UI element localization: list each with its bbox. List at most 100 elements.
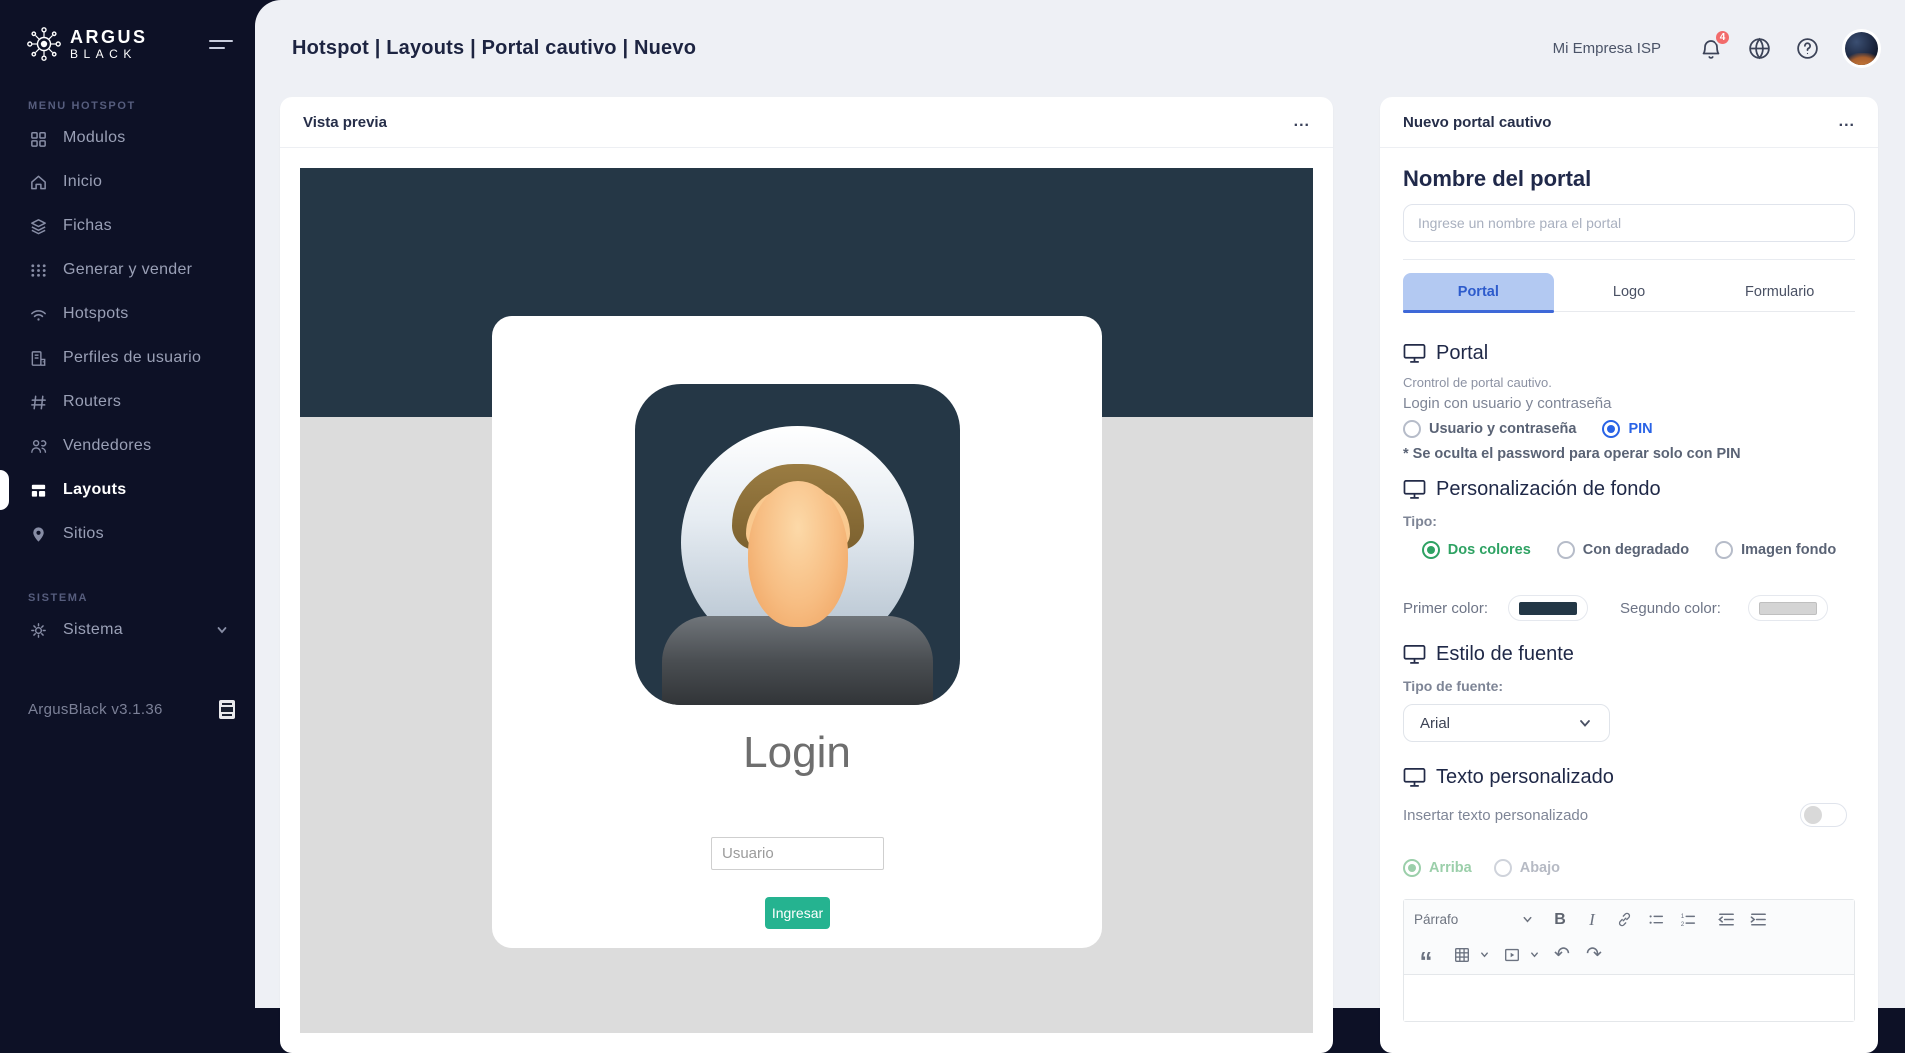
second-color-label: Segundo color:	[1620, 600, 1721, 617]
dots-grid-icon	[28, 260, 48, 280]
layout-icon	[28, 480, 48, 500]
sidebar-collapse-icon[interactable]	[209, 35, 233, 54]
radio-usuario-contrasena[interactable]: Usuario y contraseña	[1403, 420, 1576, 438]
sidebar-section-hotspot: MENU HOTSPOT	[0, 100, 255, 112]
sidebar-menu: Modulos Inicio Fichas	[0, 116, 255, 556]
sidebar-item-sistema[interactable]: Sistema	[0, 608, 255, 652]
argusblack-logo-icon	[24, 24, 64, 64]
sidebar-item-label: Vendedores	[63, 437, 151, 455]
indent-icon[interactable]	[1746, 908, 1770, 932]
second-color-swatch	[1759, 602, 1817, 615]
paragraph-style-dropdown[interactable]: Párrafo	[1414, 912, 1534, 927]
radio-pin[interactable]: PIN	[1602, 420, 1652, 438]
background-section-heading: Personalización de fondo	[1403, 478, 1855, 501]
sidebar-item-fichas[interactable]: Fichas	[0, 204, 255, 248]
bold-icon[interactable]: B	[1548, 908, 1572, 932]
font-section-heading: Estilo de fuente	[1403, 643, 1855, 666]
made-in-mexico-badge-icon	[219, 700, 235, 719]
new-captive-portal-card: Nuevo portal cautivo ... Nombre del port…	[1380, 97, 1878, 1053]
preview-card: Vista previa ... Login	[280, 97, 1333, 1053]
sidebar-item-label: Inicio	[63, 173, 102, 191]
more-options-icon[interactable]: ...	[1294, 117, 1310, 127]
radio-abajo[interactable]: Abajo	[1494, 859, 1560, 877]
sidebar-item-label: Generar y vender	[63, 261, 192, 279]
tab-logo[interactable]: Logo	[1554, 273, 1705, 311]
sidebar-item-perfiles-de-usuario[interactable]: Perfiles de usuario	[0, 336, 255, 380]
second-color-picker[interactable]	[1748, 595, 1828, 621]
undo-icon[interactable]: ↶	[1550, 943, 1574, 967]
redo-icon[interactable]: ↷	[1582, 943, 1606, 967]
blockquote-icon[interactable]: “	[1414, 943, 1438, 967]
modules-grid-icon	[28, 128, 48, 148]
editor-content-area[interactable]	[1404, 975, 1854, 1021]
insert-text-toggle[interactable]	[1800, 803, 1847, 827]
editor-toolbar: Párrafo B I	[1404, 900, 1854, 975]
first-color-swatch	[1519, 602, 1577, 615]
globe-language-icon[interactable]	[1746, 36, 1772, 62]
radio-icon	[1715, 541, 1733, 559]
sidebar-footer: ArgusBlack v3.1.36	[28, 700, 235, 719]
monitor-icon	[1403, 644, 1426, 665]
font-select[interactable]: Arial	[1403, 704, 1610, 742]
map-pin-icon	[28, 524, 48, 544]
hash-icon	[28, 392, 48, 412]
sidebar-item-inicio[interactable]: Inicio	[0, 160, 255, 204]
preview-card-title: Vista previa	[303, 114, 387, 131]
sidebar-item-label: Layouts	[63, 481, 126, 499]
sidebar-item-generar-y-vender[interactable]: Generar y vender	[0, 248, 255, 292]
first-color-picker[interactable]	[1508, 595, 1588, 621]
text-position-radio-group: Arriba Abajo	[1403, 859, 1855, 877]
sidebar-item-layouts[interactable]: Layouts	[0, 468, 255, 512]
sidebar-item-label: Routers	[63, 393, 121, 411]
radio-arriba[interactable]: Arriba	[1403, 859, 1472, 877]
sidebar-item-label: Modulos	[63, 129, 126, 147]
radio-con-degradado[interactable]: Con degradado	[1557, 541, 1689, 559]
link-icon[interactable]	[1612, 908, 1636, 932]
rich-text-editor: Párrafo B I	[1403, 899, 1855, 1022]
more-options-icon[interactable]: ...	[1839, 117, 1855, 127]
italic-icon[interactable]: I	[1580, 908, 1604, 932]
company-name: Mi Empresa ISP	[1553, 40, 1661, 57]
portal-login-card: Login Ingresar	[492, 316, 1102, 948]
user-avatar[interactable]	[1845, 32, 1878, 65]
help-icon[interactable]	[1794, 36, 1820, 62]
sidebar-item-vendedores[interactable]: Vendedores	[0, 424, 255, 468]
portal-name-heading: Nombre del portal	[1403, 166, 1855, 192]
notifications-bell-icon[interactable]: 4	[1698, 36, 1724, 62]
portal-submit-button[interactable]: Ingresar	[765, 897, 830, 929]
portal-name-input[interactable]	[1403, 204, 1855, 242]
settings-tabs: Portal Logo Formulario	[1403, 273, 1855, 312]
background-type-radio-group: Dos colores Con degradado Imagen fondo	[1403, 541, 1855, 559]
sidebar-item-modulos[interactable]: Modulos	[0, 116, 255, 160]
sidebar-item-label: Sitios	[63, 525, 104, 543]
chevron-down-icon[interactable]	[1529, 949, 1540, 960]
people-icon	[28, 436, 48, 456]
chevron-down-icon[interactable]	[1479, 949, 1490, 960]
sidebar-item-sitios[interactable]: Sitios	[0, 512, 255, 556]
radio-dos-colores[interactable]: Dos colores	[1422, 541, 1531, 559]
radio-imagen-fondo[interactable]: Imagen fondo	[1715, 541, 1836, 559]
svg-text:1: 1	[1681, 913, 1685, 920]
outdent-icon[interactable]	[1714, 908, 1738, 932]
sidebar-item-label: Sistema	[63, 621, 123, 639]
numbered-list-icon[interactable]: 1 2	[1676, 908, 1700, 932]
layers-icon	[28, 216, 48, 236]
monitor-icon	[1403, 767, 1426, 788]
tab-formulario[interactable]: Formulario	[1704, 273, 1855, 311]
topbar: Hotspot | Layouts | Portal cautivo | Nue…	[255, 0, 1905, 97]
insert-media-icon[interactable]	[1500, 943, 1524, 967]
radio-icon	[1403, 420, 1421, 438]
tab-portal[interactable]: Portal	[1403, 273, 1554, 311]
app-version: ArgusBlack v3.1.36	[28, 701, 163, 718]
portal-preview-frame: Login Ingresar	[300, 168, 1313, 1033]
radio-icon	[1422, 541, 1440, 559]
sidebar-item-routers[interactable]: Routers	[0, 380, 255, 424]
home-icon	[28, 172, 48, 192]
monitor-icon	[1403, 479, 1426, 500]
bulleted-list-icon[interactable]	[1644, 908, 1668, 932]
insert-text-row: Insertar texto personalizado	[1403, 803, 1855, 827]
user-profile-doc-icon	[28, 348, 48, 368]
insert-table-icon[interactable]	[1450, 943, 1474, 967]
portal-username-input[interactable]	[711, 837, 884, 870]
sidebar-item-hotspots[interactable]: Hotspots	[0, 292, 255, 336]
